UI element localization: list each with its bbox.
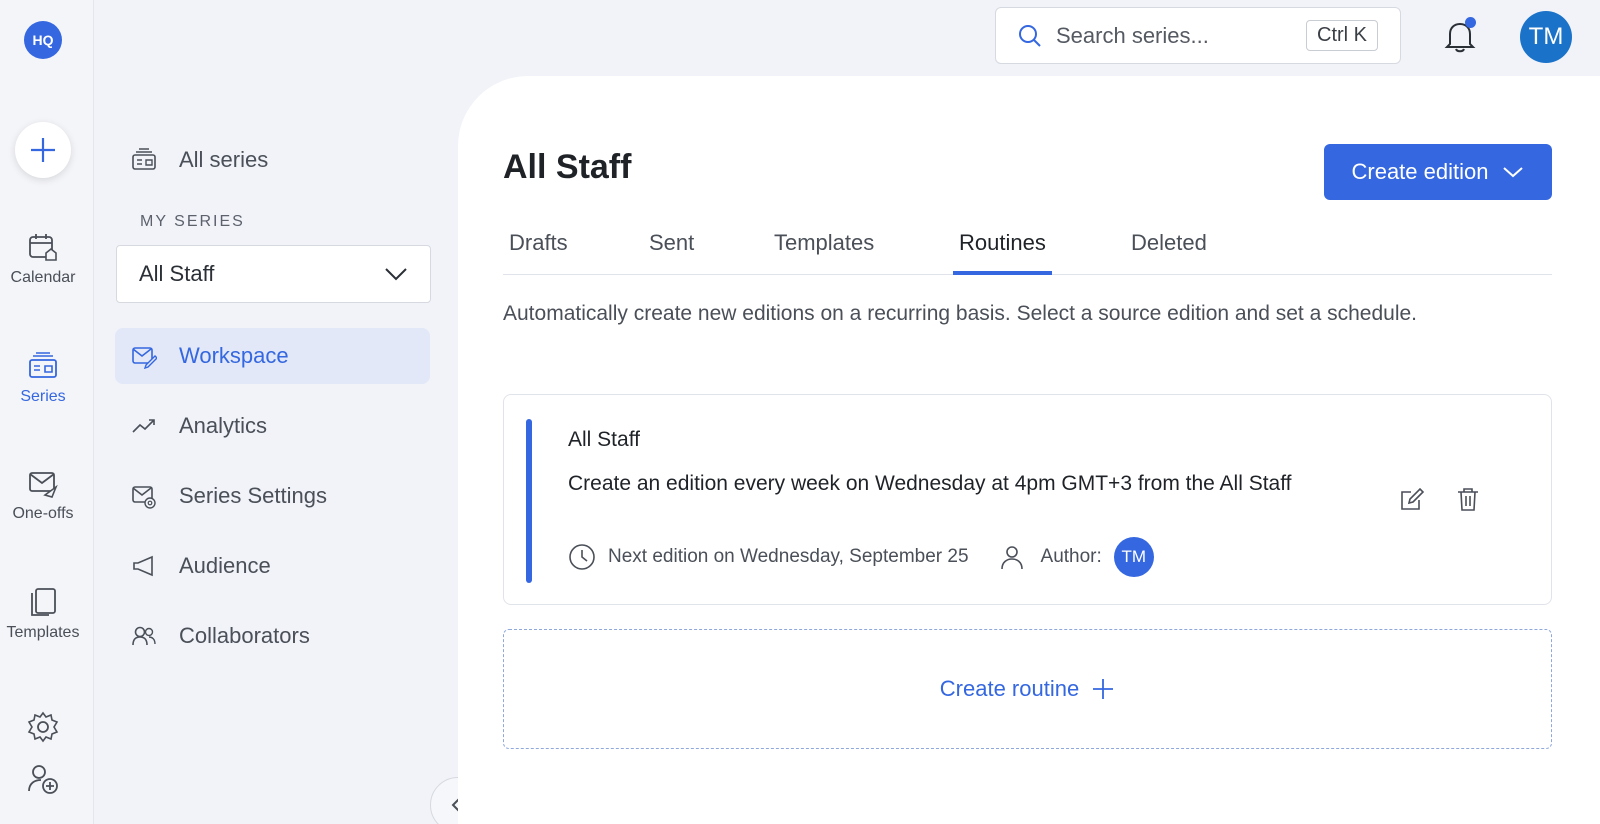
series-settings-icon [132, 486, 156, 509]
sidebar-item-analytics[interactable]: Analytics [115, 398, 430, 454]
analytics-icon [132, 419, 155, 433]
routine-meta: Next edition on Wednesday, September 25 … [568, 537, 1154, 577]
notification-dot [1465, 17, 1476, 28]
user-avatar[interactable]: TM [1520, 11, 1572, 63]
author-avatar: TM [1113, 537, 1154, 577]
routine-schedule: Create an edition every week on Wednesda… [568, 472, 1292, 495]
workspace-icon [132, 347, 157, 369]
routine-card[interactable]: All Staff Create an edition every week o… [503, 394, 1552, 605]
person-icon [1000, 546, 1023, 570]
create-new-button[interactable] [15, 122, 71, 178]
sidebar-item-label: Analytics [179, 413, 268, 438]
sidebar-item-workspace[interactable]: Workspace [115, 328, 430, 384]
megaphone-icon [133, 555, 153, 577]
search-input[interactable]: Search series... [1056, 23, 1306, 49]
settings-gear-icon[interactable] [26, 710, 60, 744]
chevron-down-icon [1503, 167, 1524, 178]
series-select[interactable]: All Staff [116, 245, 431, 303]
create-edition-button[interactable]: Create edition [1324, 144, 1552, 200]
tab-deleted[interactable]: Deleted [1125, 220, 1213, 275]
search-shortcut-badge: Ctrl K [1306, 20, 1378, 51]
all-series-label: All series [179, 147, 269, 172]
sidebar-item-label: Collaborators [179, 623, 310, 648]
routines-description: Automatically create new editions on a r… [503, 302, 1418, 325]
sidebar-item-series-settings[interactable]: Series Settings [115, 468, 430, 524]
calendar-home-icon [29, 234, 57, 261]
edit-routine-button[interactable] [1398, 485, 1426, 513]
collaborators-icon [132, 626, 156, 646]
create-routine-label: Create routine [939, 676, 1080, 701]
series-select-value: All Staff [139, 261, 215, 286]
rail-item-calendar[interactable]: Calendar [0, 231, 86, 287]
sidebar-item-label: Audience [179, 553, 271, 578]
tab-bar: Drafts Sent Templates Routines Deleted [503, 220, 1552, 275]
app-logo[interactable]: HQ [24, 21, 62, 59]
edit-icon [1401, 487, 1425, 510]
rail-item-label: Calendar [10, 269, 76, 286]
plus-icon [1093, 679, 1114, 699]
rail-item-one-offs[interactable]: One-offs [0, 467, 86, 523]
delete-routine-button[interactable] [1454, 485, 1482, 513]
chevron-down-icon [385, 268, 407, 281]
sidebar-item-audience[interactable]: Audience [115, 538, 430, 594]
routine-name: All Staff [568, 428, 640, 451]
tab-routines[interactable]: Routines [953, 220, 1052, 275]
tab-drafts[interactable]: Drafts [503, 220, 574, 275]
my-series-heading: MY SERIES [140, 213, 245, 230]
tab-templates[interactable]: Templates [768, 220, 880, 275]
page-title: All Staff [503, 148, 632, 186]
series-icon [29, 352, 57, 378]
series-icon [132, 148, 156, 170]
main-panel: All Staff Create edition Drafts Sent Tem… [458, 76, 1600, 824]
clock-icon [569, 544, 595, 570]
rail-item-label: Templates [6, 624, 80, 641]
trash-icon [1458, 488, 1478, 511]
sidebar-item-label: Series Settings [179, 483, 327, 508]
sidebar-item-label: Workspace [179, 343, 289, 368]
sidebar-item-collaborators[interactable]: Collaborators [115, 608, 430, 664]
mail-send-icon [29, 472, 58, 498]
next-edition-text: Next edition on Wednesday, September 25 [608, 546, 969, 567]
create-routine-button[interactable]: Create routine [503, 629, 1552, 749]
search-bar[interactable]: Search series... Ctrl K [995, 7, 1401, 64]
templates-icon [31, 588, 56, 616]
plus-icon [31, 138, 55, 162]
author-label: Author: [1040, 546, 1102, 567]
app-rail: HQ Calendar Series One-offs Templates [0, 0, 94, 824]
create-edition-label: Create edition [1351, 159, 1489, 184]
routine-accent-bar [526, 419, 532, 583]
add-user-icon[interactable] [26, 762, 60, 796]
series-sidebar: All series MY SERIES All Staff Workspace… [95, 0, 457, 824]
all-series-link[interactable]: All series [115, 132, 430, 188]
rail-item-templates[interactable]: Templates [0, 586, 86, 642]
search-icon [1019, 24, 1041, 47]
rail-item-series[interactable]: Series [0, 350, 86, 406]
rail-item-label: Series [20, 388, 66, 405]
rail-item-label: One-offs [12, 505, 74, 522]
tab-sent[interactable]: Sent [643, 220, 700, 275]
